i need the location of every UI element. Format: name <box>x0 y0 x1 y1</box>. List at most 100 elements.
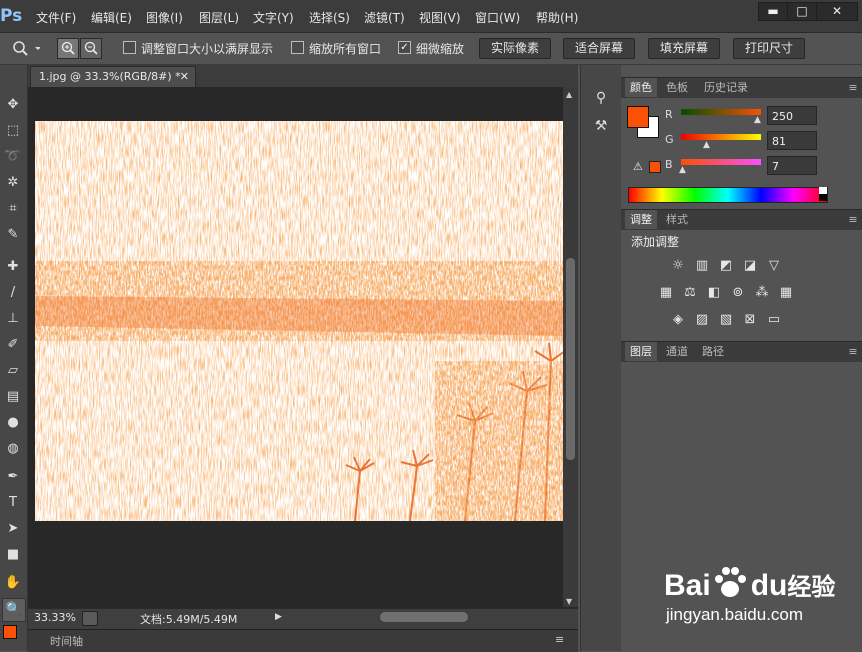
exposure-icon[interactable]: ◪ <box>742 258 758 274</box>
status-info-icon[interactable] <box>82 611 98 626</box>
color-lookup-icon[interactable]: ▦ <box>778 285 794 301</box>
healing-brush-tool-icon[interactable]: ✚ <box>2 256 24 278</box>
color-balance-icon[interactable]: ⚖ <box>682 285 698 301</box>
red-slider[interactable] <box>681 109 761 115</box>
eyedropper-tool-icon[interactable]: ✎ <box>2 224 24 246</box>
menu-view[interactable]: 视图(V) <box>419 9 461 26</box>
threshold-icon[interactable]: ▧ <box>718 312 734 328</box>
path-selection-tool-icon[interactable]: ➤ <box>2 518 24 540</box>
brush-presets-icon[interactable]: ⚲ <box>590 90 612 110</box>
foreground-swatch[interactable] <box>3 625 17 639</box>
tab-color[interactable]: 颜色 <box>625 78 657 97</box>
blue-slider-handle[interactable]: ▲ <box>679 165 686 175</box>
fill-screen-button[interactable]: 填充屏幕 <box>648 38 720 59</box>
red-slider-handle[interactable]: ▲ <box>754 115 761 125</box>
vibrance-icon[interactable]: ▽ <box>766 258 782 274</box>
tab-layers[interactable]: 图层 <box>625 342 657 361</box>
pen-tool-icon[interactable]: ✒ <box>2 466 24 488</box>
menu-window[interactable]: 窗口(W) <box>475 9 520 26</box>
actual-pixels-button[interactable]: 实际像素 <box>479 38 551 59</box>
tab-channels[interactable]: 通道 <box>661 342 693 361</box>
brush-tool-icon[interactable]: / <box>2 282 24 304</box>
crop-tool-icon[interactable]: ⌗ <box>2 198 24 220</box>
black-swatch[interactable] <box>819 194 827 201</box>
zoom-tool-preset[interactable] <box>10 38 41 58</box>
zoom-all-windows-checkbox[interactable] <box>291 41 304 54</box>
tab-styles[interactable]: 样式 <box>661 210 693 229</box>
timeline-menu-icon[interactable]: ≡ <box>555 633 564 646</box>
red-value-field[interactable]: 250 <box>767 106 817 125</box>
fit-screen-button[interactable]: 适合屏幕 <box>563 38 635 59</box>
history-brush-tool-icon[interactable]: ✐ <box>2 334 24 356</box>
resize-windows-checkbox[interactable] <box>123 41 136 54</box>
menu-edit[interactable]: 编辑(E) <box>91 9 132 26</box>
minimize-button[interactable]: ▬ <box>758 2 788 21</box>
scrubby-zoom-checkbox[interactable]: ✓ <box>398 41 411 54</box>
eraser-tool-icon[interactable]: ▱ <box>2 360 24 382</box>
tab-paths[interactable]: 路径 <box>697 342 729 361</box>
blue-slider[interactable] <box>681 159 761 165</box>
green-value-field[interactable]: 81 <box>767 131 817 150</box>
gradient-map-icon[interactable]: ▭ <box>766 312 782 328</box>
green-slider-handle[interactable]: ▲ <box>703 140 710 150</box>
black-white-icon[interactable]: ◧ <box>706 285 722 301</box>
zoom-out-button[interactable] <box>80 38 102 59</box>
posterize-icon[interactable]: ▨ <box>694 312 710 328</box>
invert-icon[interactable]: ◈ <box>670 312 686 328</box>
lasso-tool-icon[interactable]: ➰ <box>2 146 24 168</box>
channel-mixer-icon[interactable]: ⁂ <box>754 285 770 301</box>
menu-image[interactable]: 图像(I) <box>146 9 183 26</box>
print-size-button[interactable]: 打印尺寸 <box>733 38 805 59</box>
foreground-color-swatch[interactable] <box>627 106 649 128</box>
tab-swatches[interactable]: 色板 <box>661 78 693 97</box>
color-panel-menu-icon[interactable]: ≡ <box>846 78 860 97</box>
close-button[interactable]: ✕ <box>816 2 858 21</box>
green-slider[interactable] <box>681 134 761 140</box>
brightness-contrast-icon[interactable]: ☼ <box>670 258 686 274</box>
timeline-tab[interactable]: 时间轴 <box>50 633 83 649</box>
gradient-tool-icon[interactable]: ▤ <box>2 386 24 408</box>
magic-wand-tool-icon[interactable]: ✲ <box>2 172 24 194</box>
restore-button[interactable]: □ <box>787 2 817 21</box>
tool-presets-icon[interactable]: ⚒ <box>590 118 612 138</box>
gamut-swatch[interactable] <box>649 161 661 173</box>
gamut-warning-icon[interactable]: ⚠ <box>633 160 643 173</box>
white-swatch[interactable] <box>819 187 827 194</box>
shape-tool-icon[interactable]: ■ <box>2 544 24 566</box>
menu-help[interactable]: 帮助(H) <box>536 9 578 26</box>
hand-tool-icon[interactable]: ✋ <box>2 572 24 594</box>
menu-file[interactable]: 文件(F) <box>36 9 76 26</box>
dodge-tool-icon[interactable]: ◍ <box>2 438 24 460</box>
menu-type[interactable]: 文字(Y) <box>253 9 294 26</box>
clone-stamp-tool-icon[interactable]: ⊥ <box>2 308 24 330</box>
horizontal-scroll-thumb[interactable] <box>380 612 468 622</box>
tab-adjustments[interactable]: 调整 <box>625 210 657 229</box>
layers-panel-menu-icon[interactable]: ≡ <box>846 342 860 361</box>
close-tab-icon[interactable]: ✕ <box>180 67 189 87</box>
selective-color-icon[interactable]: ⊠ <box>742 312 758 328</box>
adjust-panel-menu-icon[interactable]: ≡ <box>846 210 860 229</box>
status-menu-arrow-icon[interactable]: ▶ <box>275 612 282 622</box>
tab-history[interactable]: 历史记录 <box>697 78 755 97</box>
type-tool-icon[interactable]: T <box>2 492 24 514</box>
scroll-up-arrow-icon[interactable]: ▲ <box>566 90 572 99</box>
scroll-down-arrow-icon[interactable]: ▼ <box>566 597 572 606</box>
blur-tool-icon[interactable]: ● <box>2 412 24 434</box>
curves-icon[interactable]: ◩ <box>718 258 734 274</box>
document-tab[interactable]: 1.jpg @ 33.3%(RGB/8#) * ✕ <box>30 66 196 87</box>
zoom-tool-icon[interactable]: 🔍 <box>2 598 26 622</box>
menu-filter[interactable]: 滤镜(T) <box>364 9 405 26</box>
color-spectrum-bar[interactable] <box>628 187 828 203</box>
image-canvas[interactable] <box>35 121 563 521</box>
photo-filter-icon[interactable]: ⊚ <box>730 285 746 301</box>
zoom-in-button[interactable] <box>57 38 79 59</box>
levels-icon[interactable]: ▥ <box>694 258 710 274</box>
hue-saturation-icon[interactable]: ▦ <box>658 285 674 301</box>
zoom-level-field[interactable]: 33.33% <box>34 611 76 624</box>
vertical-scroll-thumb[interactable] <box>566 258 575 460</box>
menu-select[interactable]: 选择(S) <box>309 9 350 26</box>
blue-value-field[interactable]: 7 <box>767 156 817 175</box>
move-tool-icon[interactable]: ✥ <box>2 94 24 116</box>
marquee-tool-icon[interactable]: ⬚ <box>2 120 24 142</box>
menu-layer[interactable]: 图层(L) <box>199 9 239 26</box>
